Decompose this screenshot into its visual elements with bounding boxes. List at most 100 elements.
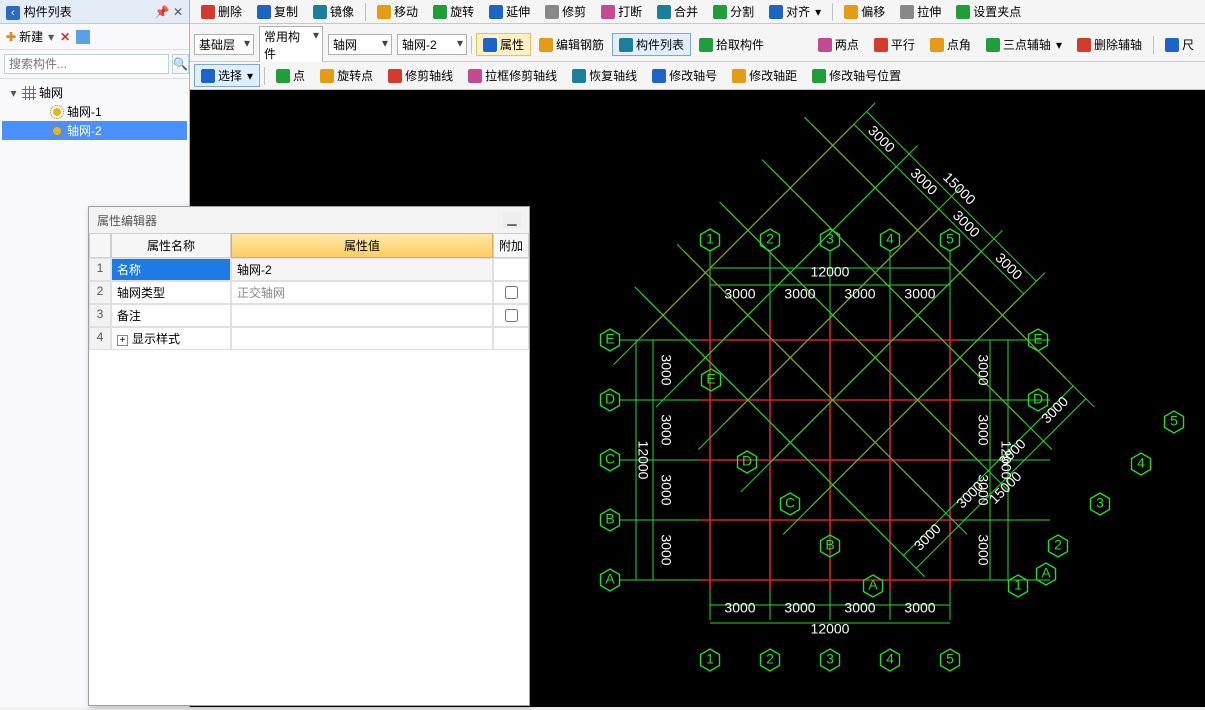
pin-icon[interactable]: 📌: [155, 5, 170, 19]
break-button[interactable]: 打断: [594, 0, 649, 23]
axis-pos-icon: [812, 69, 826, 83]
expand-icon[interactable]: +: [117, 335, 128, 346]
prop-extra[interactable]: [493, 281, 529, 304]
search-button[interactable]: 🔍: [172, 54, 189, 74]
delete-item-button[interactable]: ✕: [60, 30, 70, 44]
select-button[interactable]: 选择▾: [194, 64, 260, 87]
tree-item-axis-2[interactable]: 轴网-2: [2, 121, 187, 140]
edit-rebar-button[interactable]: 编辑钢筋: [532, 33, 611, 56]
col-head-extra[interactable]: 附加: [493, 233, 529, 258]
search-row: 🔍: [0, 50, 189, 79]
properties-button[interactable]: 属性: [476, 33, 531, 56]
svg-text:3000: 3000: [784, 600, 815, 616]
point-button[interactable]: 点: [269, 64, 312, 87]
prop-name[interactable]: 备注: [111, 304, 231, 327]
point-angle-aux-button[interactable]: 点角: [923, 33, 978, 56]
rotate-button[interactable]: 旋转: [426, 0, 481, 23]
svg-text:B: B: [825, 537, 834, 553]
prop-value[interactable]: [231, 327, 493, 350]
copy-item-button[interactable]: [76, 30, 90, 44]
merge-button[interactable]: 合并: [650, 0, 705, 23]
panel-tab[interactable]: ‹: [6, 6, 20, 20]
split-button[interactable]: 分割: [706, 0, 761, 23]
two-point-aux-button[interactable]: 两点: [811, 33, 866, 56]
tree-item-axis-1[interactable]: 轴网-1: [2, 102, 187, 121]
extend-button[interactable]: 延伸: [482, 0, 537, 23]
separator: [264, 67, 265, 85]
property-editor-dialog[interactable]: 属性编辑器 ▁ 属性名称 属性值 附加 1 名称 轴网-2 2 轴网类型 正交轴…: [88, 206, 530, 706]
parallel-icon: [874, 38, 888, 52]
prop-extra[interactable]: [493, 258, 529, 281]
component-list-button[interactable]: 构件列表: [612, 33, 691, 56]
box-trim-axis-button[interactable]: 拉框修剪轴线: [461, 64, 564, 87]
properties-icon: [483, 38, 497, 52]
layer-select[interactable]: 基础层: [194, 34, 254, 55]
new-button[interactable]: ✚新建▾: [6, 28, 54, 45]
dialog-close-button[interactable]: ▁: [503, 212, 521, 228]
prop-value[interactable]: [231, 304, 493, 327]
ruler-button[interactable]: 尺: [1158, 33, 1201, 56]
move-button[interactable]: 移动: [370, 0, 425, 23]
svg-text:3000: 3000: [865, 122, 898, 155]
dialog-body: [89, 350, 529, 705]
tree-root[interactable]: ▾ 轴网: [2, 83, 187, 102]
offset-button[interactable]: 偏移: [837, 0, 892, 23]
panel-title-tools: 📌 ✕: [155, 5, 183, 19]
svg-text:4: 4: [886, 231, 894, 247]
trim-axis-button[interactable]: 修剪轴线: [381, 64, 460, 87]
svg-text:C: C: [605, 451, 615, 467]
modify-axis-num-pos-button[interactable]: 修改轴号位置: [805, 64, 908, 87]
col-head-value[interactable]: 属性值: [231, 233, 493, 258]
svg-text:D: D: [605, 391, 615, 407]
col-head-name[interactable]: 属性名称: [111, 233, 231, 258]
prop-value[interactable]: 正交轴网: [231, 281, 493, 304]
rotate-icon: [433, 5, 447, 19]
close-icon[interactable]: ✕: [173, 5, 183, 19]
two-point-icon: [818, 38, 832, 52]
search-input[interactable]: [4, 54, 169, 74]
tree-item-label: 轴网-1: [67, 103, 102, 120]
delete-button[interactable]: 删除: [194, 0, 249, 23]
extra-checkbox[interactable]: [505, 286, 518, 299]
three-point-aux-button[interactable]: 三点辅轴▾: [979, 33, 1069, 56]
modify-axis-num-button[interactable]: 修改轴号: [645, 64, 724, 87]
trim-icon: [545, 5, 559, 19]
delete-aux-button[interactable]: 删除辅轴: [1070, 33, 1149, 56]
grip-icon: [956, 5, 970, 19]
trim-button[interactable]: 修剪: [538, 0, 593, 23]
prop-extra[interactable]: [493, 327, 529, 350]
row-idx: 4: [89, 327, 111, 350]
svg-text:1: 1: [706, 651, 714, 667]
svg-text:3000: 3000: [907, 165, 940, 198]
pick-component-button[interactable]: 拾取构件: [692, 33, 771, 56]
extend-icon: [489, 5, 503, 19]
toolbar-context: 基础层 常用构件 轴网 轴网-2 属性 编辑钢筋 构件列表 拾取构件 两点 平行…: [190, 24, 1205, 62]
instance-select[interactable]: 轴网-2: [397, 34, 467, 55]
svg-text:5: 5: [1170, 413, 1178, 429]
restore-axis-button[interactable]: 恢复轴线: [565, 64, 644, 87]
modify-axis-dist-button[interactable]: 修改轴距: [725, 64, 804, 87]
prop-name[interactable]: 轴网类型: [111, 281, 231, 304]
prop-name[interactable]: +显示样式: [111, 327, 231, 350]
mirror-button[interactable]: 镜像: [306, 0, 361, 23]
category-select[interactable]: 常用构件: [259, 26, 323, 64]
copy-button[interactable]: 复制: [250, 0, 305, 23]
rotate-point-button[interactable]: 旋转点: [313, 64, 380, 87]
setgrip-button[interactable]: 设置夹点: [949, 0, 1028, 23]
tree-toggle-icon[interactable]: ▾: [8, 86, 19, 100]
align-button[interactable]: 对齐▾: [762, 0, 828, 23]
prop-value[interactable]: 轴网-2: [231, 258, 493, 281]
prop-extra[interactable]: [493, 304, 529, 327]
type-select[interactable]: 轴网: [328, 34, 392, 55]
extra-checkbox[interactable]: [505, 309, 518, 322]
stretch-button[interactable]: 拉伸: [893, 0, 948, 23]
merge-icon: [657, 5, 671, 19]
svg-text:3: 3: [826, 651, 834, 667]
svg-text:3000: 3000: [975, 354, 991, 385]
prop-name[interactable]: 名称: [111, 258, 231, 281]
parallel-aux-button[interactable]: 平行: [867, 33, 922, 56]
dialog-titlebar[interactable]: 属性编辑器 ▁: [89, 207, 529, 233]
rotate-point-icon: [320, 69, 334, 83]
svg-text:C: C: [785, 495, 795, 511]
ruler-icon: [1165, 38, 1179, 52]
